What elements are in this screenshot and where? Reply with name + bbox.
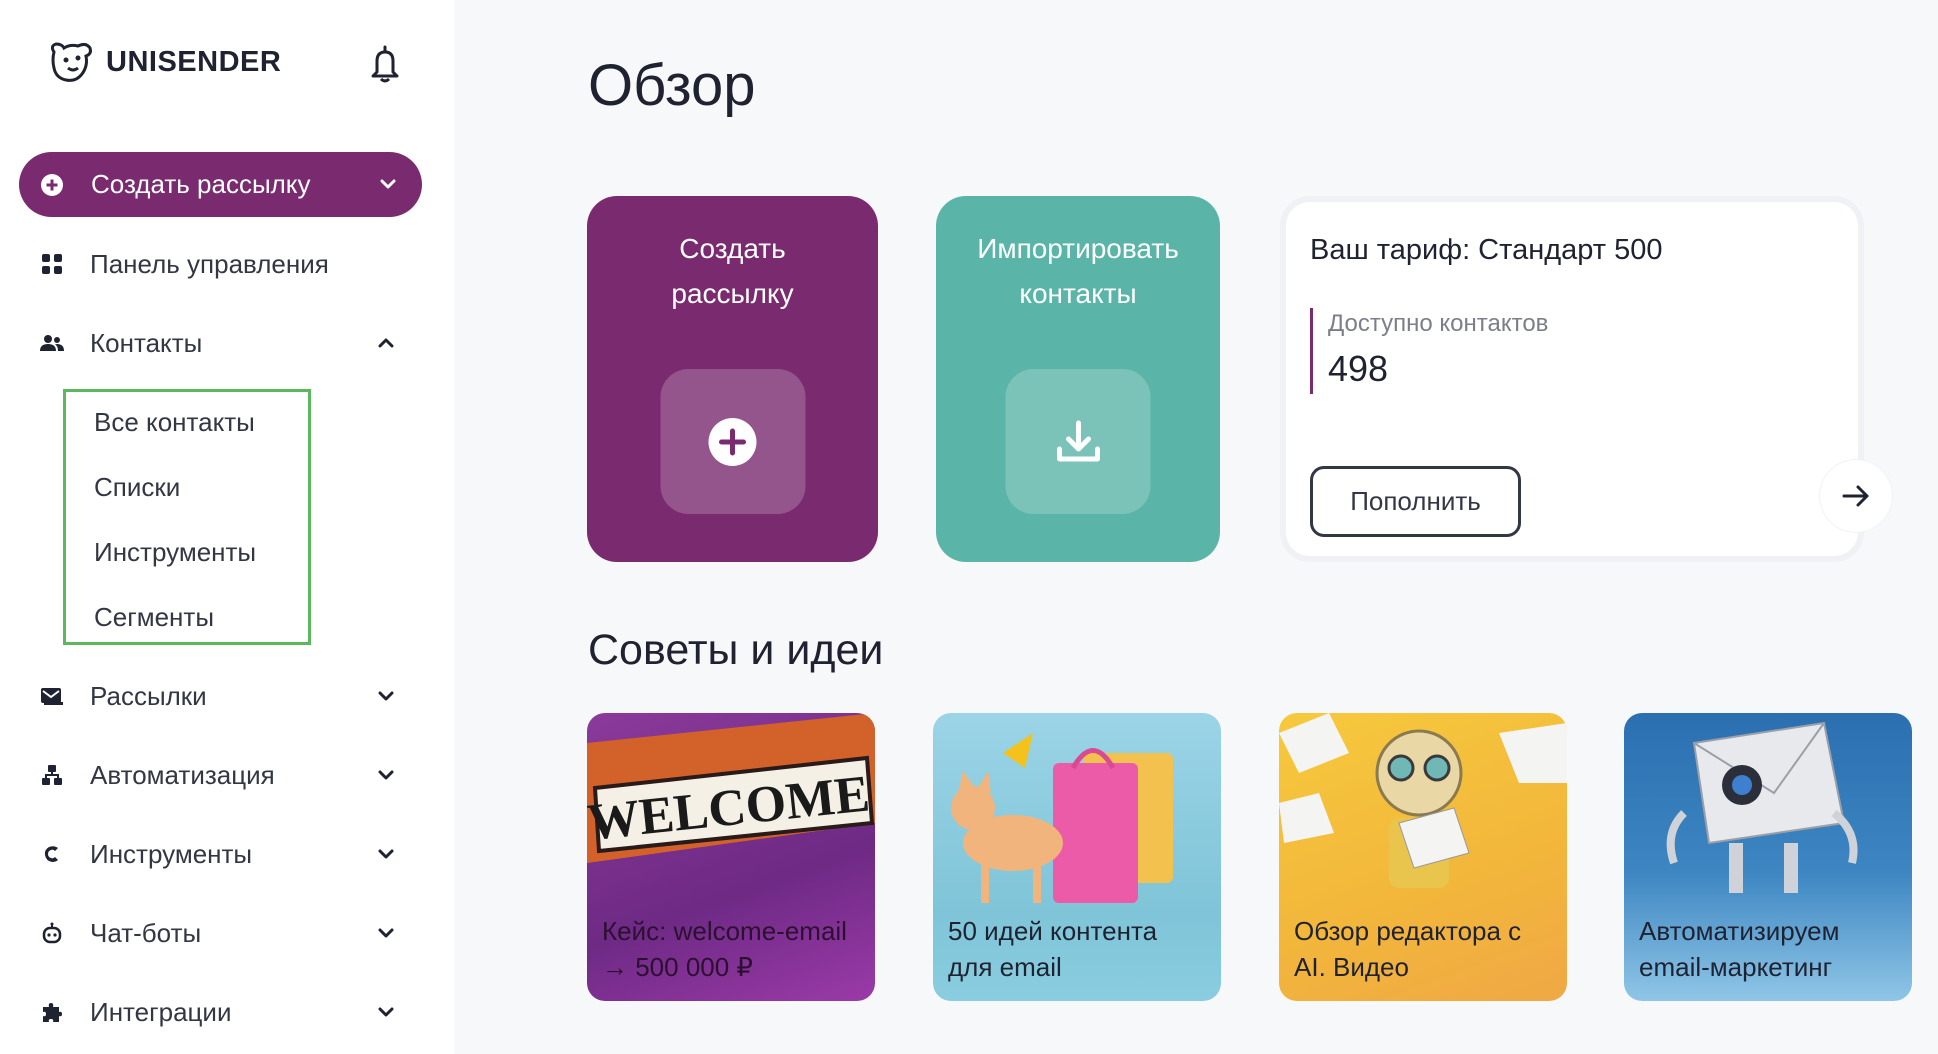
sidebar-item-chatbots[interactable]: Чат-боты (0, 907, 440, 959)
sidebar-item-tools[interactable]: Инструменты (0, 828, 440, 880)
arrow-right-icon (1842, 485, 1869, 507)
main-content: Обзор Создать рассылку Импортировать кон… (454, 0, 1938, 1054)
create-campaign-button[interactable]: Создать рассылку (19, 152, 422, 217)
tip-caption-line1: Обзор редактора с (1294, 916, 1522, 946)
available-contacts-value: 498 (1328, 348, 1389, 389)
submenu-item-tools[interactable]: Инструменты (94, 537, 256, 568)
tip-card-content-ideas[interactable]: 50 идей контента для email (933, 713, 1221, 1001)
sidebar-item-label: Чат-боты (90, 917, 202, 948)
bell-icon[interactable] (367, 44, 403, 84)
tip-card-automation[interactable]: Автоматизируем email-маркетинг (1624, 713, 1912, 1001)
chevron-down-icon (378, 770, 394, 780)
tip-caption-line2: → 500 000 ₽ (602, 952, 753, 982)
submenu-item-segments[interactable]: Сегменты (94, 602, 214, 633)
create-campaign-card[interactable]: Создать рассылку (587, 196, 878, 562)
dog-logo-icon (50, 42, 92, 82)
create-card-line2: рассылку (671, 278, 794, 309)
import-card-line2: контакты (1019, 278, 1137, 309)
sidebar-item-campaigns[interactable]: Рассылки (0, 670, 440, 722)
download-tile (1005, 369, 1151, 514)
submenu-item-all-contacts[interactable]: Все контакты (94, 407, 255, 438)
create-campaign-label: Создать рассылку (91, 169, 311, 199)
sidebar-item-automation[interactable]: Автоматизация (0, 749, 440, 801)
chevron-down-icon (378, 691, 394, 701)
create-card-line1: Создать (679, 233, 786, 264)
sidebar-item-label: Инструменты (90, 838, 253, 869)
download-icon (1056, 420, 1100, 461)
tip-caption-line1: Кейс: welcome-email (602, 916, 847, 946)
chevron-down-icon (378, 928, 394, 938)
grid-icon (40, 252, 64, 276)
tip-caption-line2: для email (948, 952, 1062, 982)
topup-button[interactable]: Пополнить (1310, 466, 1521, 537)
page-title: Обзор (588, 53, 756, 118)
mail-icon (40, 684, 64, 708)
import-card-title: Импортировать контакты (936, 226, 1220, 316)
plus-circle-icon (708, 417, 757, 466)
puzzle-icon (40, 1000, 64, 1024)
chevron-down-icon (380, 179, 396, 189)
logo[interactable]: UNISENDER (46, 38, 281, 86)
tariff-title: Ваш тариф: Стандарт 500 (1310, 234, 1663, 266)
accent-bar (1310, 308, 1313, 394)
chevron-down-icon (378, 1007, 394, 1017)
tip-caption-line1: Автоматизируем (1639, 916, 1840, 946)
sidebar-item-label: Рассылки (90, 680, 207, 711)
sidebar-item-label: Интеграции (90, 996, 232, 1027)
tools-icon (40, 842, 64, 866)
tip-card-ai-editor[interactable]: Обзор редактора с AI. Видео (1279, 713, 1567, 1001)
logo-text: UNISENDER (106, 45, 282, 78)
tip-card-welcome[interactable]: WELCOME Кейс: welcome-email → 500 000 ₽ (587, 713, 875, 1001)
tips-section-title: Советы и идеи (588, 626, 884, 674)
tip-caption: Кейс: welcome-email → 500 000 ₽ (602, 913, 865, 985)
automation-icon (40, 763, 64, 787)
create-card-title: Создать рассылку (587, 226, 878, 316)
available-contacts-label: Доступно контактов (1328, 310, 1549, 337)
sidebar-item-dashboard[interactable]: Панель управления (0, 238, 440, 290)
tip-caption: Обзор редактора с AI. Видео (1294, 913, 1557, 985)
users-icon (40, 331, 64, 355)
tariff-card: Ваш тариф: Стандарт 500 Доступно контакт… (1280, 196, 1892, 562)
sidebar-item-integrations[interactable]: Интеграции (0, 986, 440, 1038)
sidebar-item-label: Контакты (90, 327, 203, 358)
tip-caption-line2: AI. Видео (1294, 952, 1409, 982)
sidebar: UNISENDER Создать рассылку Панель управл… (0, 0, 454, 1054)
sidebar-item-label: Автоматизация (90, 759, 275, 790)
tip-caption: Автоматизируем email-маркетинг (1639, 913, 1902, 985)
bot-icon (40, 921, 64, 945)
plus-circle-icon (41, 173, 63, 196)
submenu-item-lists[interactable]: Списки (94, 472, 180, 503)
tariff-details-button[interactable] (1820, 460, 1892, 532)
tip-caption: 50 идей контента для email (948, 913, 1211, 985)
sidebar-item-contacts[interactable]: Контакты (0, 317, 440, 369)
chevron-up-icon (378, 338, 394, 348)
tip-caption-line2: email-маркетинг (1639, 952, 1833, 982)
import-contacts-card[interactable]: Импортировать контакты (936, 196, 1220, 562)
plus-tile (660, 369, 805, 514)
tip-caption-line1: 50 идей контента (948, 916, 1158, 946)
chevron-down-icon (378, 849, 394, 859)
import-card-line1: Импортировать (977, 233, 1179, 264)
sidebar-item-label: Панель управления (90, 248, 329, 279)
